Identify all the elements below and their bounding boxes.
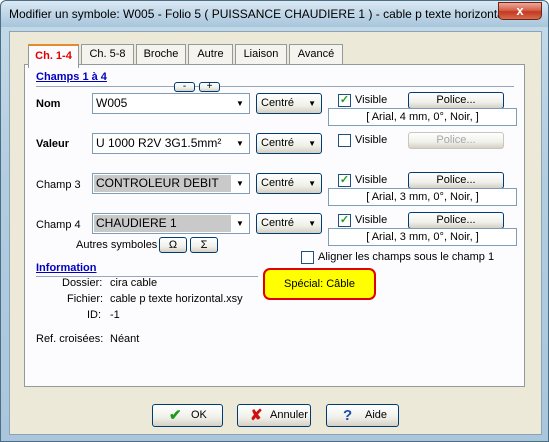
close-button[interactable]: x: [498, 2, 542, 20]
champ4-police-button[interactable]: Police...: [408, 212, 504, 229]
aide-label: Aide: [365, 409, 388, 421]
information-section-title: Information: [36, 262, 97, 274]
tab-label: Ch. 5-8: [89, 48, 126, 60]
tab-label: Liaison: [243, 48, 279, 60]
tab-label: Ch. 1-4: [35, 50, 72, 62]
tab-label: Autre: [197, 48, 224, 60]
decrease-fields-button[interactable]: -: [174, 82, 195, 92]
separator: [36, 86, 514, 87]
chevron-down-icon: ▼: [308, 179, 316, 188]
nom-font-info: [ Arial, 4 mm, 0°, Noir, ]: [328, 108, 517, 126]
police-label: Police...: [436, 214, 476, 226]
annuler-label: Annuler: [270, 409, 308, 421]
autres-symboles-label: Autres symboles: [76, 239, 158, 251]
help-icon: ?: [343, 407, 353, 424]
valeur-visible-label: Visible: [355, 134, 388, 146]
champ4-label: Champ 4: [36, 219, 81, 231]
champ3-label: Champ 3: [36, 179, 81, 191]
chevron-down-icon: ▼: [308, 99, 316, 108]
increase-fields-button[interactable]: +: [199, 82, 220, 92]
align-value: Centré: [261, 177, 295, 189]
dossier-label: Dossier:: [62, 277, 103, 289]
chevron-down-icon[interactable]: ▼: [232, 95, 248, 112]
chevron-down-icon[interactable]: ▼: [232, 215, 248, 232]
align-value: Centré: [261, 137, 295, 149]
tab-avance[interactable]: Avancé: [289, 44, 343, 65]
plus-icon: +: [206, 81, 213, 92]
champ3-combo[interactable]: CONTROLEUR DEBIT ▼: [92, 173, 250, 194]
ref-croisees-value: Néant: [110, 333, 140, 345]
police-label: Police...: [436, 134, 476, 146]
champ3-police-button[interactable]: Police...: [408, 172, 504, 189]
nom-visible-label: Visible: [355, 94, 388, 106]
sigma-button[interactable]: Σ: [190, 237, 218, 253]
aide-button[interactable]: ? Aide: [326, 404, 399, 427]
tab-autre[interactable]: Autre: [188, 44, 233, 65]
police-label: Police...: [436, 174, 476, 186]
ok-label: OK: [191, 409, 207, 421]
champ4-value: CHAUDIERE 1: [94, 215, 231, 232]
cancel-x-icon: ✘: [250, 407, 263, 424]
valeur-label: Valeur: [36, 138, 70, 150]
ref-croisees-label: Ref. croisées:: [36, 333, 104, 345]
valeur-police-button[interactable]: Police...: [408, 132, 504, 149]
align-fields-label: Aligner les champs sous le champ 1: [318, 251, 495, 263]
nom-visible-checkbox[interactable]: ✓: [338, 94, 351, 107]
valeur-align-select[interactable]: Centré ▼: [256, 133, 322, 154]
tab-ch-5-8[interactable]: Ch. 5-8: [81, 44, 134, 65]
nom-police-button[interactable]: Police...: [408, 92, 504, 109]
align-fields-checkbox[interactable]: ✓: [301, 251, 314, 264]
ok-button[interactable]: ✔ OK: [152, 404, 223, 427]
champ3-align-select[interactable]: Centré ▼: [256, 173, 322, 194]
valeur-value: U 1000 R2V 3G1.5mm²: [96, 136, 222, 150]
police-label: Police...: [436, 94, 476, 106]
champ4-align-select[interactable]: Centré ▼: [256, 213, 322, 234]
champ3-font-info: [ Arial, 3 mm, 0°, Noir, ]: [328, 188, 517, 206]
tab-label: Broche: [143, 48, 179, 60]
window-title: Modifier un symbole: W005 - Folio 5 ( PU…: [9, 7, 507, 21]
champ4-visible-checkbox[interactable]: ✓: [338, 214, 351, 227]
chevron-down-icon[interactable]: ▼: [232, 175, 248, 192]
chevron-down-icon[interactable]: ▼: [232, 135, 248, 152]
id-value: -1: [110, 309, 120, 321]
fichier-value: cable p texte horizontal.xsy: [110, 293, 243, 305]
omega-icon: Ω: [168, 239, 178, 251]
champ3-visible-checkbox[interactable]: ✓: [338, 174, 351, 187]
special-badge: Spécial: Câble: [263, 268, 376, 300]
chevron-down-icon: ▼: [308, 139, 316, 148]
sigma-icon: Σ: [200, 239, 208, 251]
tab-liaison[interactable]: Liaison: [235, 44, 287, 65]
champ3-visible-label: Visible: [355, 174, 388, 186]
valeur-combo[interactable]: U 1000 R2V 3G1.5mm² ▼: [92, 133, 250, 154]
checkmark-icon: ✔: [169, 407, 182, 424]
dossier-value: cira cable: [110, 277, 158, 289]
tab-broche[interactable]: Broche: [136, 44, 186, 65]
champ4-font-info: [ Arial, 3 mm, 0°, Noir, ]: [328, 228, 517, 246]
annuler-button[interactable]: ✘ Annuler: [237, 404, 311, 427]
close-icon: x: [516, 3, 524, 18]
align-value: Centré: [261, 97, 295, 109]
nom-align-select[interactable]: Centré ▼: [256, 93, 322, 114]
align-value: Centré: [261, 217, 295, 229]
champ3-value: CONTROLEUR DEBIT: [94, 175, 231, 192]
nom-combo[interactable]: W005 ▼: [92, 93, 250, 114]
omega-button[interactable]: Ω: [159, 237, 187, 253]
champs-section-title: Champs 1 à 4: [36, 71, 107, 83]
tab-label: Avancé: [297, 48, 335, 60]
nom-value: W005: [96, 96, 128, 110]
fichier-label: Fichier:: [67, 293, 104, 305]
champ4-combo[interactable]: CHAUDIERE 1 ▼: [92, 213, 250, 234]
valeur-visible-checkbox[interactable]: ✓: [338, 134, 351, 147]
tab-ch-1-4[interactable]: Ch. 1-4: [28, 44, 79, 68]
id-label: ID:: [87, 309, 102, 321]
nom-label: Nom: [36, 98, 61, 110]
champ4-visible-label: Visible: [355, 214, 388, 226]
title-bar[interactable]: Modifier un symbole: W005 - Folio 5 ( PU…: [1, 1, 548, 27]
chevron-down-icon: ▼: [308, 219, 316, 228]
minus-icon: -: [182, 81, 187, 92]
